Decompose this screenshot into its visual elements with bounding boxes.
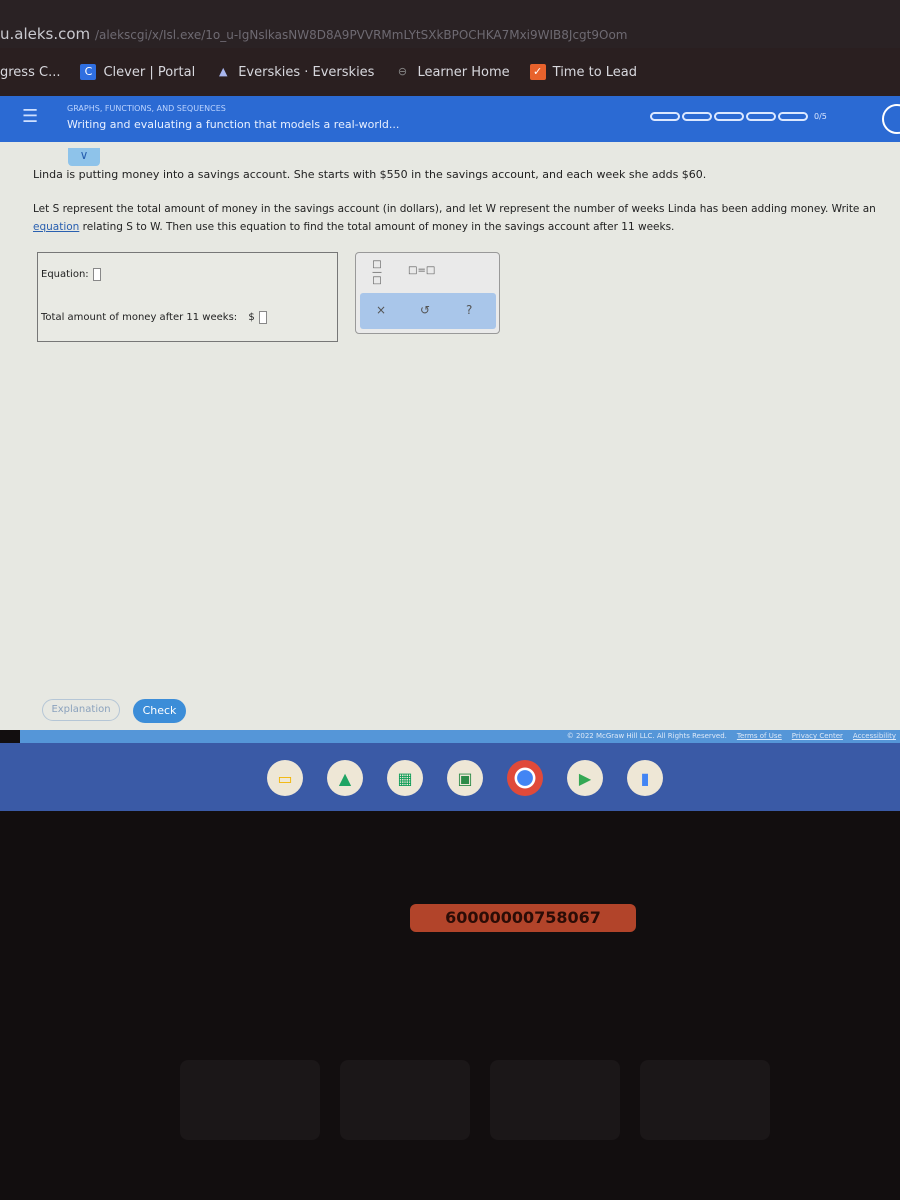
drive-icon[interactable]: ▲: [327, 760, 363, 796]
asset-tag-sticker: 60000000758067: [410, 904, 636, 932]
bookmark-progress[interactable]: gress C...: [0, 65, 60, 80]
topic-title: Writing and evaluating a function that m…: [67, 118, 400, 131]
terms-link[interactable]: Terms of Use: [737, 732, 782, 740]
progress-count: 0/5: [814, 112, 827, 121]
undo-icon[interactable]: ↺: [420, 303, 430, 317]
keyboard-key: [180, 1060, 320, 1140]
fraction-icon[interactable]: □ — □: [372, 260, 382, 286]
total-input[interactable]: [258, 311, 267, 324]
answer-box: Equation: Total amount of money after 11…: [37, 252, 338, 342]
problem-instructions: Let S represent the total amount of mone…: [33, 203, 876, 233]
docs-icon[interactable]: ▮: [627, 760, 663, 796]
check-button[interactable]: Check: [133, 699, 186, 723]
address-bar[interactable]: u.aleks.com /alekscgi/x/Isl.exe/1o_u-IgN…: [0, 0, 900, 48]
sheets-icon[interactable]: ▦: [387, 760, 423, 796]
problem-panel: ∨ Linda is putting money into a savings …: [0, 142, 900, 730]
equals-button[interactable]: □=□: [408, 265, 435, 276]
bookmarks-bar: gress C... C Clever | Portal ▲ Everskies ·…: [0, 48, 900, 96]
menu-icon[interactable]: ☰: [22, 106, 38, 127]
url-domain: u.aleks.com: [0, 25, 91, 43]
total-label: Total amount of money after 11 weeks:: [41, 312, 238, 323]
everskies-icon: ▲: [218, 65, 228, 78]
equation-input[interactable]: [92, 268, 101, 281]
equation-link[interactable]: equation: [33, 221, 79, 233]
privacy-link[interactable]: Privacy Center: [792, 732, 843, 740]
learner-home-icon: ⊖: [397, 65, 408, 78]
keyboard-key: [340, 1060, 470, 1140]
accessibility-link[interactable]: Accessibility: [853, 732, 896, 740]
keyboard-key: [640, 1060, 770, 1140]
keyboard-key: [490, 1060, 620, 1140]
url-path: /alekscgi/x/Isl.exe/1o_u-IgNslkasNW8D8A9…: [94, 28, 628, 42]
bookmark-time-to-lead[interactable]: ✓ Time to Lead: [529, 64, 637, 80]
bookmark-learner-home[interactable]: ⊖ Learner Home: [394, 64, 510, 80]
time-to-lead-icon: ✓: [529, 64, 546, 80]
footer: © 2022 McGraw Hill LLC. All Rights Reser…: [20, 730, 900, 743]
account-button[interactable]: [882, 104, 900, 134]
explanation-button[interactable]: Explanation: [42, 699, 120, 721]
collapse-chevron-icon[interactable]: ∨: [68, 148, 100, 166]
problem-statement: Linda is putting money into a savings ac…: [33, 168, 707, 181]
classroom-icon[interactable]: ▣: [447, 760, 483, 796]
clear-icon[interactable]: ×: [376, 303, 386, 317]
help-icon[interactable]: ?: [466, 303, 472, 317]
progress-bar: [650, 112, 808, 121]
play-store-icon[interactable]: ▶: [567, 760, 603, 796]
topic-label: GRAPHS, FUNCTIONS, AND SEQUENCES: [67, 104, 226, 113]
clever-icon: C: [80, 64, 97, 80]
aleks-header: ☰ GRAPHS, FUNCTIONS, AND SEQUENCES Writi…: [0, 96, 900, 142]
math-toolbar: □ — □ □=□ × ↺ ?: [355, 252, 500, 334]
bookmark-everskies[interactable]: ▲ Everskies · Everskies: [215, 64, 375, 80]
bookmark-clever[interactable]: C Clever | Portal: [80, 64, 195, 80]
chromeos-shelf: ▭ ▲ ▦ ▣ ▶ ▮: [0, 743, 900, 811]
slides-icon[interactable]: ▭: [267, 760, 303, 796]
chrome-icon[interactable]: [507, 760, 543, 796]
equation-label: Equation:: [41, 269, 89, 280]
